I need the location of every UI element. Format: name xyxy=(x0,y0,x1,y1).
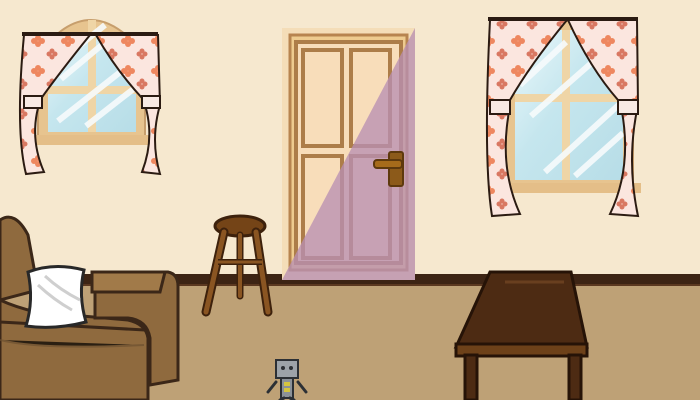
door-handle[interactable] xyxy=(373,159,403,169)
right-curtain-tie-left xyxy=(489,99,511,115)
right-curtain-tie-right xyxy=(617,99,639,115)
game-scene xyxy=(0,0,700,400)
white-pillow[interactable] xyxy=(24,265,88,329)
door[interactable] xyxy=(282,28,415,280)
left-curtain-tie-left xyxy=(23,95,43,109)
left-curtain-tie-right xyxy=(141,95,161,109)
room-scene-svg xyxy=(0,0,700,400)
